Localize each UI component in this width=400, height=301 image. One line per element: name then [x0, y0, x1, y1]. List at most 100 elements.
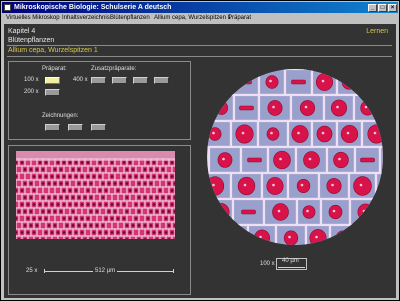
overview-nucleus — [86, 189, 90, 192]
drawing-3-button[interactable] — [91, 124, 106, 131]
overview-nucleus — [101, 224, 105, 227]
nucleolus — [279, 157, 282, 161]
overview-nucleus — [104, 217, 108, 220]
nucleolus — [364, 105, 368, 109]
menu-item-praeparat[interactable]: Präparat — [228, 15, 251, 21]
nucleolus — [288, 235, 291, 239]
overview-cell — [108, 186, 116, 195]
title-bar[interactable]: Mikroskopische Biologie: Schulserie A de… — [2, 2, 398, 13]
nucleolus — [359, 183, 363, 187]
overview-nucleus — [26, 231, 30, 234]
overview-nucleus — [83, 196, 87, 199]
extra-slide-4-button[interactable] — [154, 77, 169, 84]
overview-nucleus — [20, 231, 24, 234]
overview-nucleus — [50, 231, 54, 234]
drawing-1-button[interactable] — [45, 124, 60, 131]
nucleolus — [208, 235, 212, 239]
overview-nucleus — [110, 175, 114, 178]
overview-nucleus — [74, 161, 78, 164]
menu-item-inhaltsverzeichnis[interactable]: Inhaltsverzeichnis — [62, 15, 110, 21]
nucleus — [302, 205, 316, 219]
mode-label[interactable]: Lernen — [366, 28, 388, 35]
overview-cell — [57, 221, 65, 230]
nucleus — [296, 178, 311, 194]
overview-cell — [81, 207, 89, 216]
overview-nucleus — [77, 168, 81, 171]
overview-nucleus — [74, 217, 78, 220]
overview-nucleus — [47, 196, 51, 199]
nucleus — [360, 100, 375, 116]
menu-item-allium-cepa[interactable]: Allium cepa, Wurzelspitzen 1 — [154, 15, 231, 21]
nucleus — [265, 75, 279, 89]
menu-item-bluetenpflanzen[interactable]: Blütenpflanzen — [110, 15, 150, 21]
cell — [374, 171, 383, 201]
overview-nucleus — [44, 175, 48, 178]
overview-nucleus — [80, 175, 84, 178]
overview-cell — [51, 235, 59, 239]
nucleus — [214, 101, 229, 115]
metaphase-chromosomes — [237, 79, 252, 85]
overview-nucleus — [71, 210, 75, 213]
overview-nucleus — [41, 196, 45, 199]
cell — [354, 223, 383, 245]
overview-cell — [141, 207, 149, 216]
overview-nucleus — [29, 196, 33, 199]
overview-nucleus — [158, 203, 162, 206]
overview-cell — [138, 228, 146, 237]
overview-nucleus — [125, 168, 129, 171]
nucleolus — [315, 235, 318, 239]
overview-nucleus — [152, 231, 156, 234]
extra-slide-2-button[interactable] — [112, 77, 127, 84]
nucleus — [366, 72, 383, 92]
overview-nucleus — [23, 224, 27, 227]
cell — [335, 69, 363, 97]
nucleus — [273, 150, 291, 170]
nucleus — [353, 176, 372, 196]
overview-nucleus — [71, 224, 75, 227]
overview-nucleus — [128, 161, 132, 164]
subchapter-label: Blütenpflanzen — [8, 37, 55, 44]
nucleus — [235, 124, 254, 144]
close-button[interactable]: × — [388, 4, 397, 12]
overview-nucleus — [113, 168, 117, 171]
nucleolus — [367, 235, 370, 239]
minimize-button[interactable]: _ — [368, 4, 377, 12]
overview-micrograph[interactable] — [16, 151, 175, 239]
overview-nucleus — [122, 231, 126, 234]
overview-nucleus — [38, 175, 42, 178]
overview-nucleus — [149, 196, 153, 199]
maximize-button[interactable]: □ — [378, 4, 387, 12]
overview-nucleus — [47, 182, 51, 185]
overview-nucleus — [98, 203, 102, 206]
overview-cell — [117, 193, 125, 202]
drawing-2-button[interactable] — [68, 124, 83, 131]
main-magnification: 100 x — [260, 261, 275, 267]
overview-nucleus — [62, 203, 66, 206]
slide-100x-button[interactable] — [45, 77, 60, 84]
menu-item-virtuelles-mikroskop[interactable]: Virtuelles Mikroskop — [6, 15, 60, 21]
overview-nucleus — [20, 203, 24, 206]
nucleolus — [233, 235, 236, 239]
overview-cell — [27, 235, 35, 239]
extra-slide-1-button[interactable] — [91, 77, 106, 84]
mag-200-label: 200 x — [24, 89, 39, 95]
slide-200x-button[interactable] — [45, 89, 60, 96]
overview-nucleus — [68, 175, 72, 178]
overview-nucleus — [137, 210, 141, 213]
overview-nucleus — [170, 217, 174, 220]
overview-nucleus — [38, 217, 42, 220]
nucleolus — [272, 183, 275, 187]
nucleus — [207, 229, 220, 245]
overview-cell — [111, 235, 119, 239]
microscope-view[interactable] — [207, 69, 383, 245]
overview-nucleus — [164, 161, 168, 164]
nucleus — [291, 125, 309, 143]
overview-nucleus — [20, 189, 24, 192]
overview-nucleus — [158, 189, 162, 192]
overview-nucleus — [86, 217, 90, 220]
nucleolus — [277, 209, 281, 213]
overview-cell — [42, 186, 50, 195]
overview-cell — [90, 214, 98, 223]
extra-slide-3-button[interactable] — [133, 77, 148, 84]
main-scale-label: 40 µm — [282, 258, 299, 264]
